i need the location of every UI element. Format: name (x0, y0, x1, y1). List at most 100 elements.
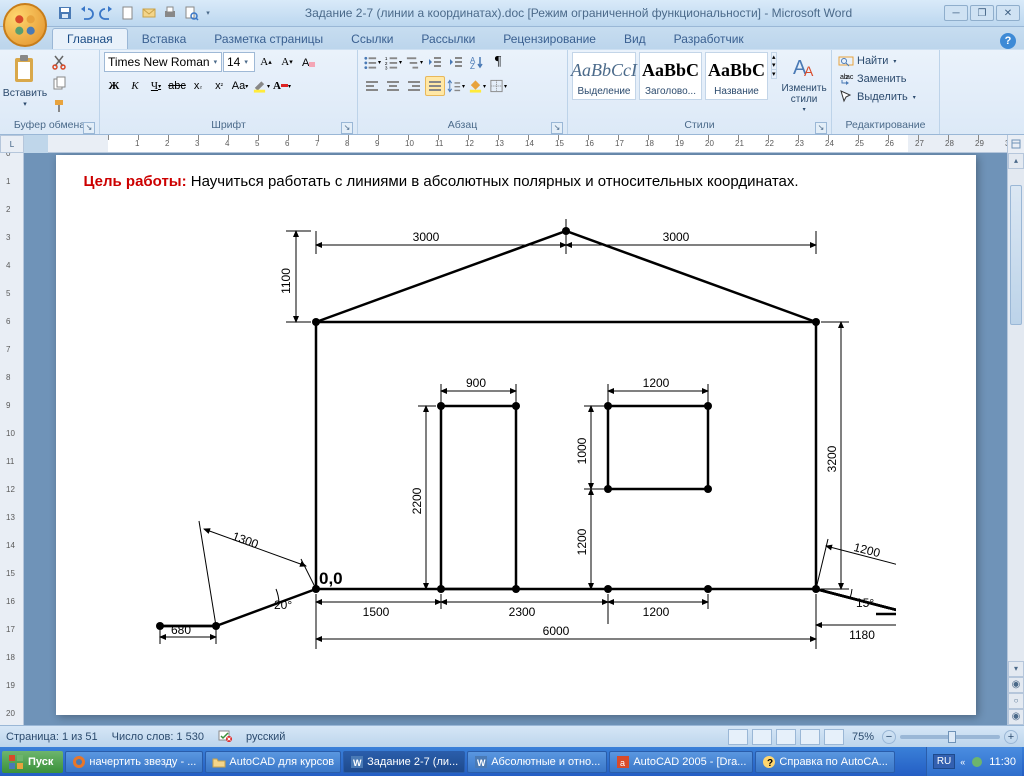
taskbar-folder[interactable]: AutoCAD для курсов (205, 751, 341, 773)
horizontal-ruler[interactable]: 1234567891011121314151617181920212223242… (48, 135, 1007, 153)
italic-button[interactable]: К (125, 76, 145, 96)
numbering-button[interactable]: 123▾ (383, 52, 403, 72)
font-color-button[interactable]: A▾ (272, 76, 292, 96)
taskbar-word2[interactable]: WАбсолютные и отно... (467, 751, 607, 773)
zoom-value[interactable]: 75% (852, 731, 874, 743)
tab-view[interactable]: Вид (610, 29, 660, 49)
language-indicator[interactable]: RU (933, 754, 955, 769)
align-left-button[interactable] (362, 76, 382, 96)
scroll-thumb[interactable] (1010, 185, 1022, 325)
multilevel-list-button[interactable]: ▾ (404, 52, 424, 72)
paragraph-launcher[interactable]: ↘ (551, 122, 563, 134)
styles-gallery-more[interactable]: ▴▾▾ (771, 52, 777, 79)
strikethrough-button[interactable]: abc (167, 76, 187, 96)
styles-launcher[interactable]: ↘ (815, 122, 827, 134)
change-styles-button[interactable]: AA Изменить стили▾ (780, 52, 829, 115)
view-full-screen[interactable] (752, 729, 772, 745)
borders-button[interactable]: ▾ (488, 76, 508, 96)
clear-formatting-button[interactable]: A (298, 52, 318, 72)
view-web-layout[interactable] (776, 729, 796, 745)
save-button[interactable] (56, 4, 74, 22)
shading-button[interactable]: ▾ (467, 76, 487, 96)
taskbar-word-active[interactable]: WЗадание 2-7 (ли... (343, 751, 465, 773)
vertical-scrollbar[interactable]: ▴ ▾ ◉ ○ ◉ (1007, 153, 1024, 725)
start-button[interactable]: Пуск (2, 751, 63, 773)
taskbar-autocad[interactable]: aAutoCAD 2005 - [Dra... (609, 751, 753, 773)
shrink-font-button[interactable]: A▾ (277, 52, 297, 72)
status-proofing[interactable] (218, 728, 232, 745)
office-button[interactable] (3, 3, 47, 47)
format-painter-button[interactable] (49, 96, 69, 116)
prev-page-button[interactable]: ◉ (1008, 677, 1024, 693)
help-icon[interactable]: ? (1000, 33, 1016, 49)
qat-email-button[interactable] (140, 4, 158, 22)
restore-button[interactable]: ❐ (970, 5, 994, 21)
clipboard-launcher[interactable]: ↘ (83, 122, 95, 134)
sort-button[interactable]: AZ (467, 52, 487, 72)
qat-dropdown[interactable]: ▾ (203, 4, 213, 22)
redo-button[interactable] (98, 4, 116, 22)
next-page-button[interactable]: ◉ (1008, 709, 1024, 725)
align-right-button[interactable] (404, 76, 424, 96)
scroll-down-button[interactable]: ▾ (1008, 661, 1024, 677)
taskbar-help[interactable]: ?Справка по AutoCA... (755, 751, 894, 773)
superscript-button[interactable]: x² (209, 76, 229, 96)
justify-button[interactable] (425, 76, 445, 96)
font-launcher[interactable]: ↘ (341, 122, 353, 134)
ruler-corner[interactable]: L (0, 135, 24, 153)
vertical-ruler[interactable]: 012345678910111213141516171819202122 (0, 153, 24, 725)
bold-button[interactable]: Ж (104, 76, 124, 96)
close-button[interactable]: ✕ (996, 5, 1020, 21)
underline-button[interactable]: Ч▾ (146, 76, 166, 96)
taskbar-firefox[interactable]: начертить звезду - ... (65, 751, 203, 773)
zoom-slider-knob[interactable] (948, 731, 956, 743)
undo-button[interactable] (77, 4, 95, 22)
style-title[interactable]: AaBbCНазвание (705, 52, 768, 100)
tab-insert[interactable]: Вставка (128, 29, 201, 49)
zoom-slider[interactable] (900, 735, 1000, 739)
find-button[interactable]: Найти▾ (836, 52, 898, 70)
browse-object-button[interactable]: ○ (1008, 693, 1024, 709)
tab-layout[interactable]: Разметка страницы (200, 29, 337, 49)
change-case-button[interactable]: Aa▾ (230, 76, 250, 96)
increase-indent-button[interactable] (446, 52, 466, 72)
show-marks-button[interactable]: ¶ (488, 52, 508, 72)
tab-home[interactable]: Главная (52, 28, 128, 49)
view-draft[interactable] (824, 729, 844, 745)
tray-icon[interactable] (970, 755, 984, 769)
view-print-layout[interactable] (728, 729, 748, 745)
qat-quickprint-button[interactable] (161, 4, 179, 22)
status-language[interactable]: русский (246, 731, 285, 743)
tab-references[interactable]: Ссылки (337, 29, 407, 49)
select-button[interactable]: Выделить▾ (836, 88, 918, 106)
tray-expand[interactable]: « (960, 757, 965, 767)
grow-font-button[interactable]: A▴ (256, 52, 276, 72)
qat-preview-button[interactable] (182, 4, 200, 22)
style-emphasis[interactable]: AaBbCcIВыделение (572, 52, 636, 100)
tab-mailings[interactable]: Рассылки (407, 29, 489, 49)
copy-button[interactable] (49, 74, 69, 94)
status-page[interactable]: Страница: 1 из 51 (6, 731, 98, 743)
cut-button[interactable] (49, 52, 69, 72)
highlight-button[interactable]: ▾ (251, 76, 271, 96)
tab-developer[interactable]: Разработчик (660, 29, 758, 49)
paste-button[interactable]: Вставить ▾ (4, 52, 46, 110)
ruler-toggle[interactable] (1007, 135, 1024, 153)
line-spacing-button[interactable]: ▾ (446, 76, 466, 96)
clock[interactable]: 11:30 (989, 756, 1016, 768)
bullets-button[interactable]: ▾ (362, 52, 382, 72)
view-outline[interactable] (800, 729, 820, 745)
minimize-button[interactable]: ─ (944, 5, 968, 21)
font-name-combo[interactable]: Times New Roman▾ (104, 52, 222, 72)
qat-new-button[interactable] (119, 4, 137, 22)
scroll-up-button[interactable]: ▴ (1008, 153, 1024, 169)
align-center-button[interactable] (383, 76, 403, 96)
font-size-combo[interactable]: 14▾ (223, 52, 255, 72)
style-heading[interactable]: AaBbCЗаголово... (639, 52, 702, 100)
status-words[interactable]: Число слов: 1 530 (112, 731, 204, 743)
zoom-out-button[interactable]: − (882, 730, 896, 744)
zoom-in-button[interactable]: + (1004, 730, 1018, 744)
tab-review[interactable]: Рецензирование (489, 29, 610, 49)
replace-button[interactable]: abacЗаменить (836, 70, 908, 88)
subscript-button[interactable]: x₂ (188, 76, 208, 96)
